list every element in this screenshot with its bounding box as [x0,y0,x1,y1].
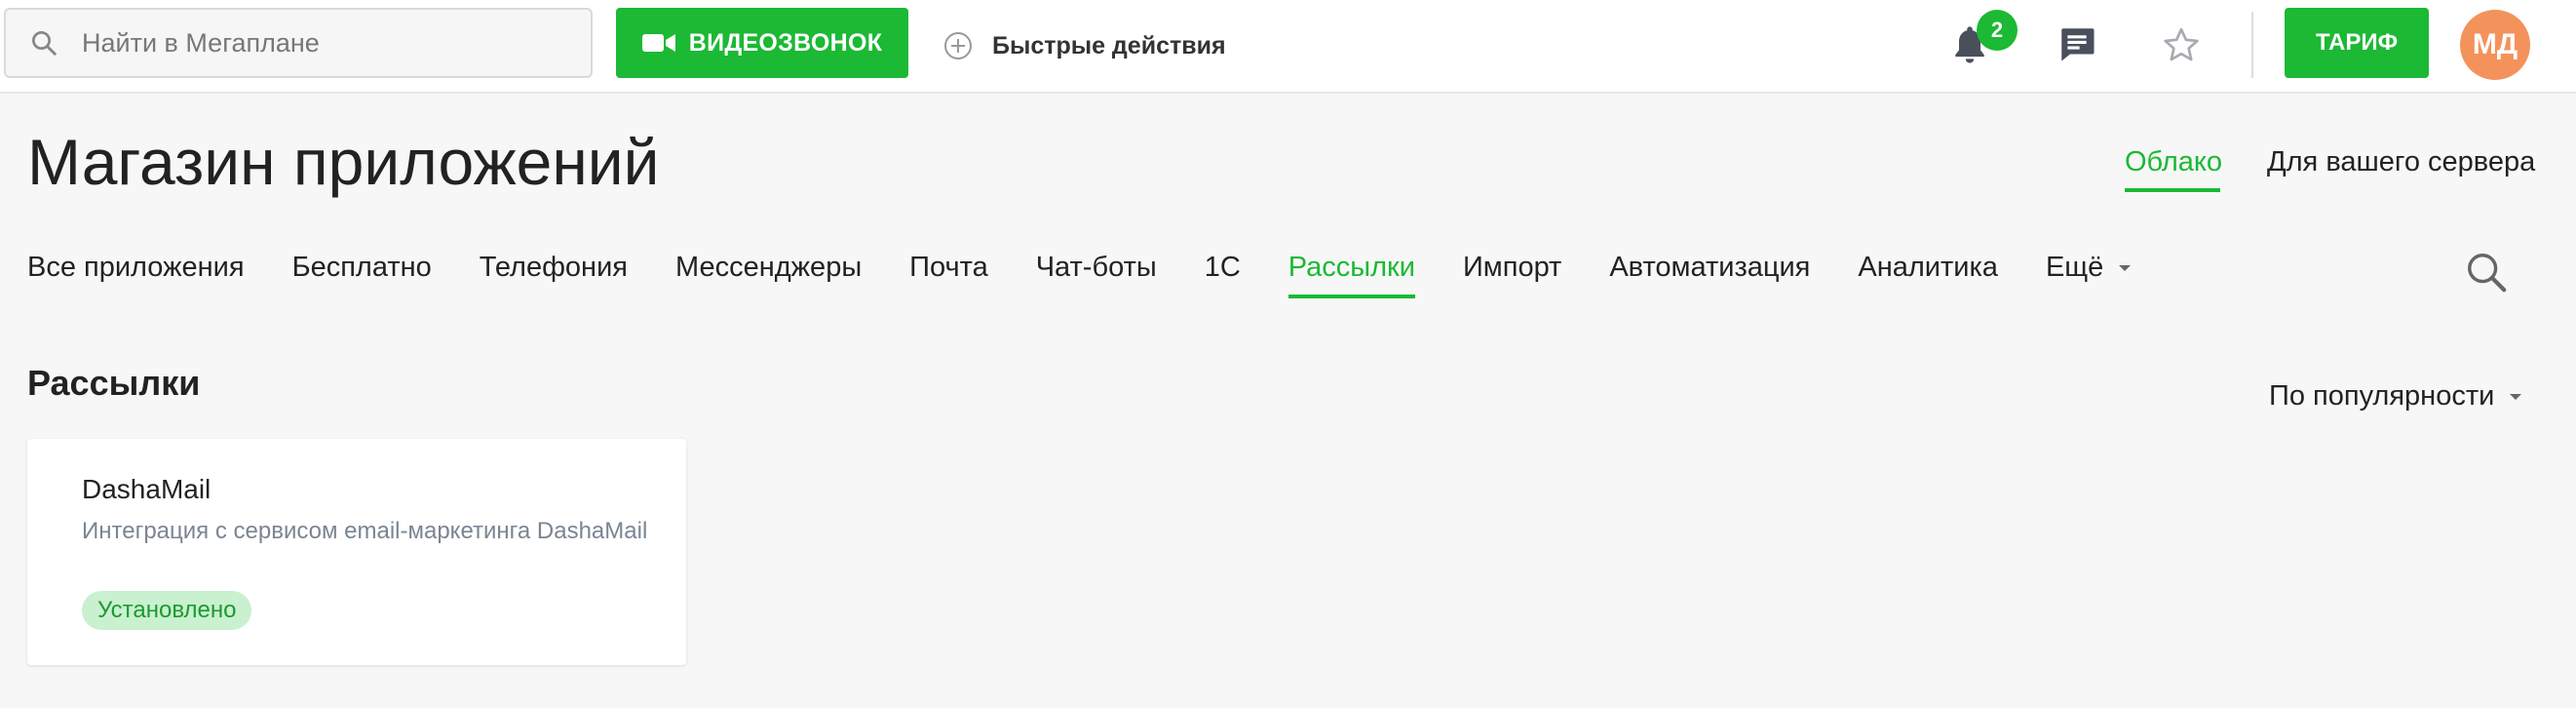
search-input[interactable] [82,27,569,59]
page-title: Магазин приложений [27,126,660,198]
nav-item-messengers[interactable]: Мессенджеры [675,252,862,284]
top-bar: ВИДЕОЗВОНОК Быстрые действия 2 ТАРИФ МД [0,0,2576,94]
nav-item-import[interactable]: Импорт [1463,252,1561,284]
app-card[interactable]: DashaMail Интеграция с сервисом email-ма… [27,439,686,665]
nav-item-telephony[interactable]: Телефония [480,252,628,284]
nav-item-mail[interactable]: Почта [909,252,988,284]
app-title: DashaMail [82,474,211,504]
tariff-button[interactable]: ТАРИФ [2285,8,2429,78]
app-description: Интеграция с сервисом email-маркетинга D… [82,518,648,544]
nav-item-chatbots[interactable]: Чат-боты [1036,252,1157,284]
chat-button[interactable] [2057,23,2097,69]
status-badge: Установлено [82,591,252,630]
nav-item-all-apps[interactable]: Все приложения [27,252,245,284]
nav-item-more[interactable]: Ещё [2046,252,2133,284]
sort-dropdown[interactable]: По популярности [2269,380,2523,413]
quick-actions-label: Быстрые действия [992,31,1226,59]
tab-cloud-underline [2125,188,2220,192]
search-icon [32,31,57,56]
section-title: Рассылки [27,363,201,403]
search-icon [2468,254,2507,293]
favorites-button[interactable] [2162,25,2201,69]
header-divider [2251,12,2253,78]
video-call-label: ВИДЕОЗВОНОК [688,28,883,57]
tab-own-server[interactable]: Для вашего сервера [2267,146,2535,178]
quick-actions-button[interactable]: Быстрые действия [943,23,1226,68]
nav-item-free[interactable]: Бесплатно [292,252,432,284]
tab-cloud[interactable]: Облако [2125,146,2222,178]
nav-item-automation[interactable]: Автоматизация [1609,252,1810,284]
nav-item-more-label: Ещё [2045,252,2104,283]
nav-item-mailings[interactable]: Рассылки [1288,252,1416,298]
caret-down-icon [2510,393,2522,400]
sort-label: По популярности [2269,380,2495,412]
caret-down-icon [2119,264,2132,271]
nav-item-1c[interactable]: 1С [1205,252,1241,284]
star-icon [2164,27,2199,61]
notifications-badge: 2 [1977,10,2018,51]
video-call-button[interactable]: ВИДЕОЗВОНОК [616,8,908,78]
chat-icon [2061,28,2095,61]
global-search[interactable] [4,8,593,78]
category-nav: Все приложения Бесплатно Телефония Мессе… [27,252,2180,298]
category-search-button[interactable] [2464,250,2509,299]
nav-item-analytics[interactable]: Аналитика [1858,252,1998,284]
avatar[interactable]: МД [2460,10,2530,80]
video-camera-icon [641,34,675,52]
plus-circle-icon [944,32,972,59]
